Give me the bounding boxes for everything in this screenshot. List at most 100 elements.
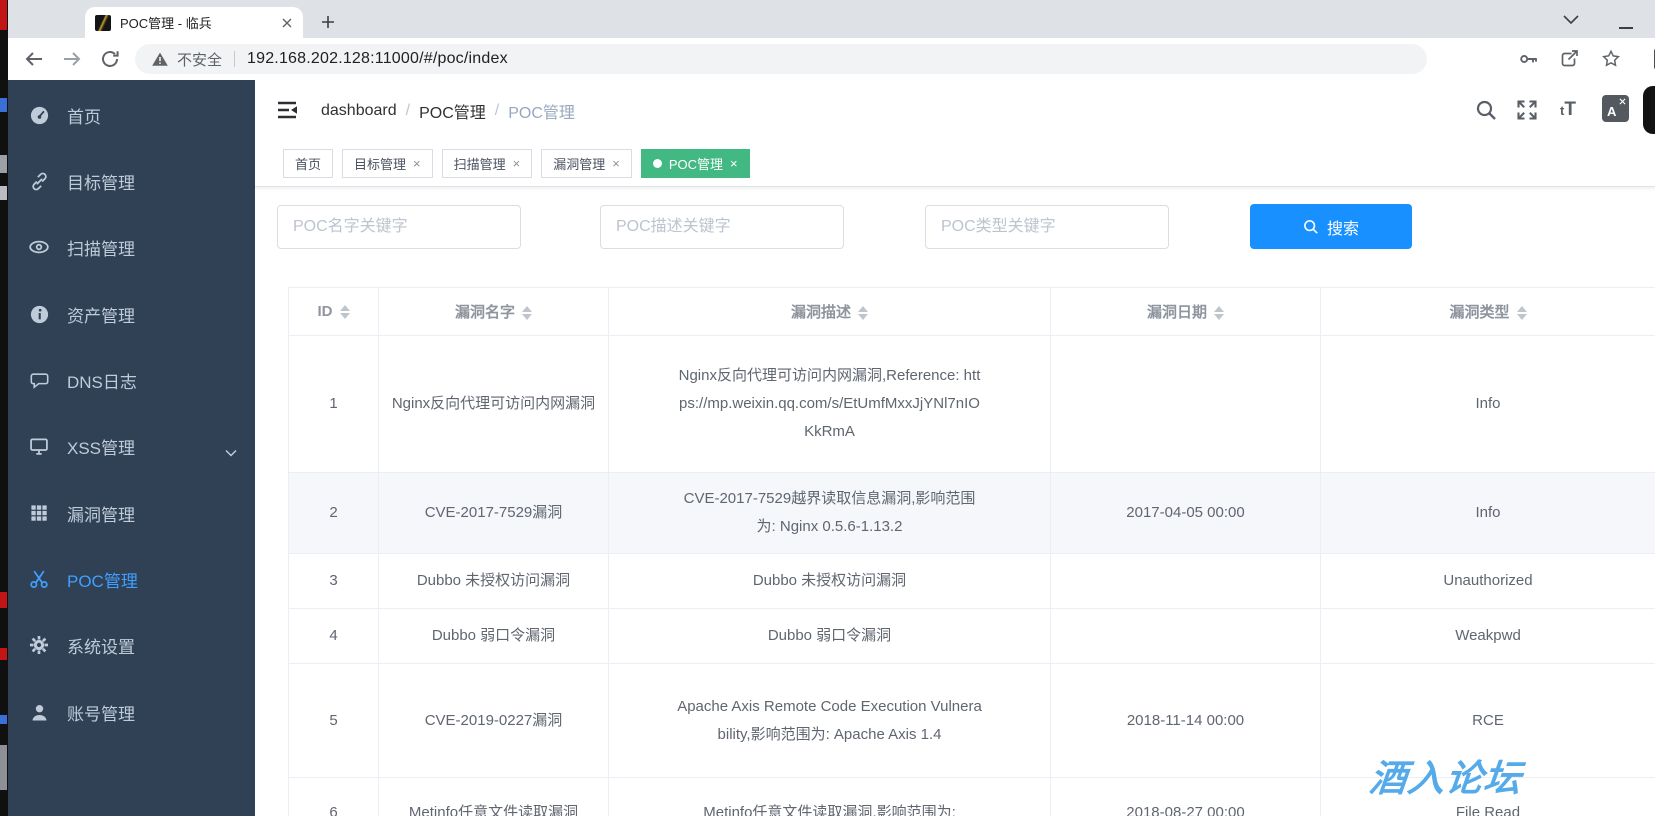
cell-desc: CVE-2017-7529越界读取信息漏洞,影响范围为: Nginx 0.5.6… — [608, 472, 1051, 554]
cell-date — [1050, 335, 1321, 473]
desktop-edge-strip — [0, 0, 8, 816]
header-search-icon[interactable] — [1472, 96, 1500, 124]
breadcrumb-item[interactable]: dashboard — [321, 102, 397, 120]
search-button[interactable]: 搜索 — [1250, 204, 1412, 249]
col-header-name[interactable]: 漏洞名字 — [378, 287, 609, 336]
poc-desc-input[interactable] — [600, 205, 844, 249]
app-navbar: dashboard / POC管理 / POC管理 tT A — [255, 80, 1655, 140]
grid-icon — [28, 502, 50, 524]
sidebar-item-vulns[interactable]: 漏洞管理 — [8, 485, 255, 541]
close-icon[interactable]: × — [513, 157, 521, 170]
sidebar-item-xss[interactable]: XSS管理 — [8, 418, 255, 474]
cell-name: Nginx反向代理可访问内网漏洞 — [378, 335, 609, 473]
sidebar-item-assets[interactable]: 资产管理 — [8, 286, 255, 342]
poc-name-input[interactable] — [277, 205, 521, 249]
screen: POC管理 - 临兵 不安全 192.168.202.128:11000/#/p… — [0, 0, 1655, 816]
cell-name: Metinfo任意文件读取漏洞 — [378, 777, 609, 816]
table-row[interactable]: 4 Dubbo 弱口令漏洞 Dubbo 弱口令漏洞 Weakpwd — [288, 608, 1655, 664]
col-header-desc[interactable]: 漏洞描述 — [608, 287, 1051, 336]
cell-date — [1050, 553, 1321, 609]
sort-icon[interactable] — [339, 305, 350, 320]
breadcrumb: dashboard / POC管理 / POC管理 — [321, 99, 575, 123]
avatar[interactable] — [1643, 86, 1655, 134]
cell-id: 5 — [288, 663, 379, 778]
cell-date: 2018-11-14 00:00 — [1050, 663, 1321, 778]
sidebar-item-label: 账号管理 — [67, 704, 135, 724]
close-icon[interactable]: × — [413, 157, 421, 170]
breadcrumb-item[interactable]: POC管理 — [419, 99, 486, 123]
forum-watermark: 酒入论坛 — [1367, 758, 1524, 799]
sort-icon[interactable] — [858, 306, 868, 321]
sidebar-item-scans[interactable]: 扫描管理 — [8, 219, 255, 275]
share-icon[interactable] — [1557, 47, 1581, 71]
reload-icon[interactable] — [98, 47, 122, 71]
sidebar-item-targets[interactable]: 目标管理 — [8, 153, 255, 209]
table-row[interactable]: 1 Nginx反向代理可访问内网漏洞 Nginx反向代理可访问内网漏洞,Refe… — [288, 335, 1655, 473]
tab-search-chevron-icon[interactable] — [1558, 6, 1584, 32]
tag-poc-active[interactable]: POC管理 × — [640, 148, 750, 178]
sidebar-item-poc[interactable]: POC管理 — [8, 551, 255, 607]
col-header-type[interactable]: 漏洞类型 — [1320, 287, 1655, 336]
tag-targets[interactable]: 目标管理 × — [342, 148, 433, 178]
tag-vulns[interactable]: 漏洞管理 × — [541, 148, 632, 178]
gear-icon — [28, 634, 50, 656]
sidebar-item-label: XSS管理 — [67, 438, 136, 458]
table-row[interactable]: 3 Dubbo 未授权访问漏洞 Dubbo 未授权访问漏洞 Unauthoriz… — [288, 553, 1655, 609]
sidebar-item-dns-logs[interactable]: DNS日志 — [8, 352, 255, 408]
sidebar-item-settings[interactable]: 系统设置 — [8, 617, 255, 673]
cell-id: 4 — [288, 608, 379, 664]
sidebar-item-home[interactable]: 首页 — [8, 87, 255, 143]
sort-icon[interactable] — [522, 306, 532, 321]
cell-type: Weakpwd — [1320, 608, 1655, 664]
browser-tab-strip: POC管理 - 临兵 — [8, 0, 1655, 38]
fullscreen-icon[interactable] — [1513, 96, 1541, 124]
cell-name: CVE-2017-7529漏洞 — [378, 472, 609, 554]
bookmark-star-icon[interactable] — [1599, 47, 1623, 71]
cell-date: 2018-08-27 00:00 — [1050, 777, 1321, 816]
window-minimize-button[interactable] — [1614, 16, 1638, 40]
divider — [234, 51, 236, 67]
user-icon — [28, 701, 50, 723]
sidebar-item-label: 首页 — [67, 107, 101, 127]
col-header-id[interactable]: ID — [288, 287, 379, 336]
col-header-date[interactable]: 漏洞日期 — [1050, 287, 1321, 336]
sort-icon[interactable] — [1516, 306, 1527, 321]
tab-title: POC管理 - 临兵 — [120, 16, 212, 31]
link-icon — [28, 170, 50, 192]
table-row[interactable]: 2 CVE-2017-7529漏洞 CVE-2017-7529越界读取信息漏洞,… — [288, 472, 1655, 554]
close-icon[interactable]: × — [730, 157, 738, 170]
sidebar-collapse-icon[interactable] — [275, 98, 299, 122]
cell-desc: Dubbo 弱口令漏洞 — [608, 608, 1051, 664]
cell-desc: Metinfo任意文件读取漏洞,影响范围为: — [608, 777, 1051, 816]
poc-type-input[interactable] — [925, 205, 1169, 249]
browser-url-bar: 不安全 192.168.202.128:11000/#/poc/index — [8, 38, 1655, 80]
tab-close-icon[interactable] — [281, 17, 293, 29]
active-dot-icon — [652, 158, 662, 168]
cell-desc: Nginx反向代理可访问内网漏洞,Reference: https://mp.w… — [608, 335, 1051, 473]
sort-icon[interactable] — [1214, 306, 1224, 321]
breadcrumb-item-current: POC管理 — [508, 105, 575, 122]
password-key-icon[interactable] — [1517, 47, 1541, 71]
sidebar-item-accounts[interactable]: 账号管理 — [8, 684, 255, 740]
tag-home[interactable]: 首页 — [283, 148, 334, 178]
font-size-icon[interactable]: tT — [1554, 96, 1582, 124]
cell-desc: Dubbo 未授权访问漏洞 — [608, 553, 1051, 609]
language-switch-icon[interactable]: A — [1602, 95, 1629, 122]
cell-name: Dubbo 未授权访问漏洞 — [378, 553, 609, 609]
monitor-icon — [28, 435, 50, 457]
tag-scans[interactable]: 扫描管理 × — [441, 148, 533, 178]
cell-id: 1 — [288, 335, 379, 473]
eye-icon — [28, 236, 50, 258]
sidebar-item-label: POC管理 — [67, 571, 138, 591]
forward-icon[interactable] — [60, 47, 84, 71]
close-icon[interactable]: × — [612, 157, 620, 170]
sidebar-item-label: 系统设置 — [67, 637, 135, 657]
browser-tab[interactable]: POC管理 - 临兵 — [85, 7, 303, 38]
back-icon[interactable] — [22, 47, 46, 71]
new-tab-button[interactable] — [316, 10, 340, 34]
address-bar[interactable]: 不安全 192.168.202.128:11000/#/poc/index — [135, 44, 1427, 74]
cell-type: Unauthorized — [1320, 553, 1655, 609]
sidebar: 首页 目标管理 扫描管理 资产管理 DNS日志 XSS管理 漏洞管理 POC管理… — [8, 80, 255, 816]
cell-id: 6 — [288, 777, 379, 816]
security-label: 不安全 — [177, 51, 223, 69]
